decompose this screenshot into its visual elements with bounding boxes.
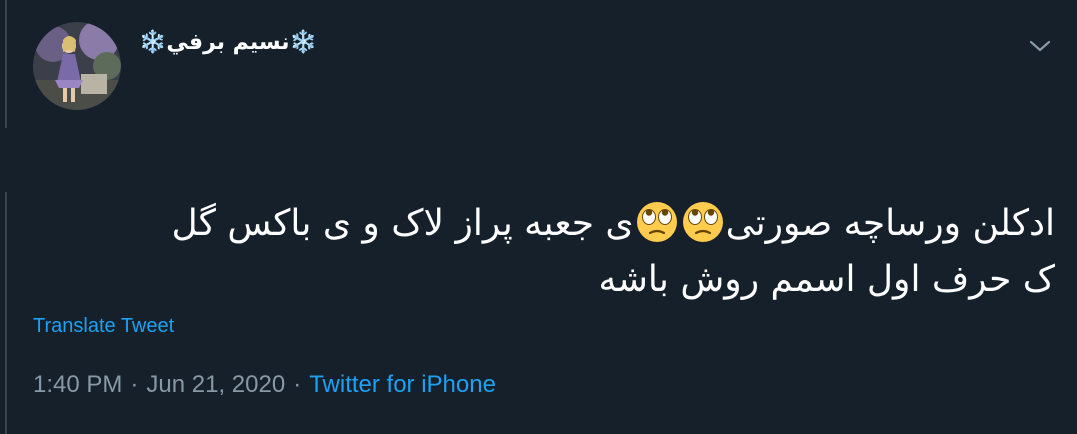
tweet-date[interactable]: Jun 21, 2020	[146, 371, 285, 398]
display-name[interactable]: ❄️نسیم برفي❄️	[139, 30, 317, 55]
chevron-down-icon	[1029, 40, 1051, 52]
separator: ·	[293, 371, 302, 398]
face-with-rolling-eyes-emoji-icon	[682, 202, 723, 242]
thread-line-bottom	[5, 192, 7, 434]
tweet-text-segment: ی جعبه پراز لاک و ی باکس گل	[171, 203, 634, 244]
thread-line-top	[5, 0, 7, 128]
display-name-text: نسیم برفي	[166, 30, 290, 55]
more-options-button[interactable]	[1022, 28, 1058, 64]
snowflake-icon: ❄️	[289, 30, 317, 55]
separator: ·	[130, 371, 139, 398]
tweet-metadata: 1:40 PM · Jun 21, 2020 · Twitter for iPhone	[33, 371, 496, 399]
tweet-text: ادکلن ورساچه صورتی ی جعبه پراز لاک و ی ب…	[55, 196, 1055, 308]
tweet-line-1: ادکلن ورساچه صورتی ی جعبه پراز لاک و ی ب…	[55, 196, 1055, 252]
face-with-rolling-eyes-emoji-icon	[636, 202, 677, 242]
tweet-time[interactable]: 1:40 PM	[33, 371, 122, 398]
translate-tweet-link[interactable]: Translate Tweet	[33, 315, 174, 338]
tweet-text-segment: ادکلن ورساچه صورتی	[725, 203, 1055, 244]
tweet-source-link[interactable]: Twitter for iPhone	[309, 371, 496, 398]
snowflake-icon: ❄️	[139, 30, 167, 55]
tweet-line-2: ک حرف اول اسمم روش باشه	[598, 259, 1055, 300]
avatar[interactable]	[33, 22, 121, 110]
profile-photo-icon	[33, 22, 121, 110]
